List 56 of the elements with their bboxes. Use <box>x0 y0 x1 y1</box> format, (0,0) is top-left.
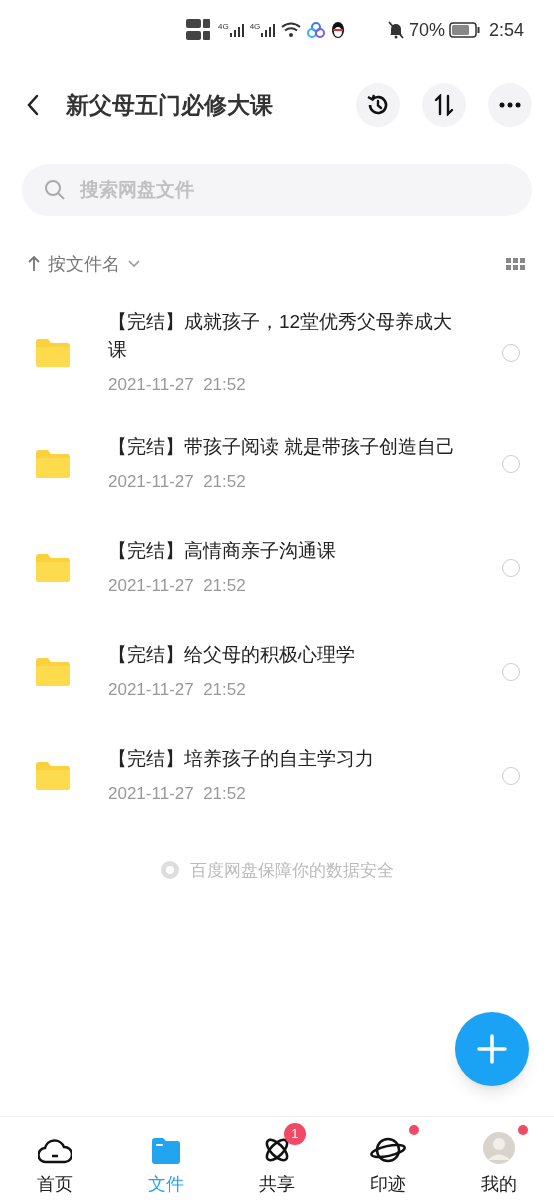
up-arrow-icon <box>28 256 40 272</box>
add-button[interactable] <box>455 1012 529 1086</box>
folder-name: 【完结】给父母的积极心理学 <box>108 642 356 667</box>
back-icon[interactable] <box>26 94 40 116</box>
avatar-icon <box>481 1131 516 1165</box>
folder-row[interactable]: 【完结】成就孩子，12堂优秀父母养成大课 2021-11-27 21:52 <box>0 294 554 412</box>
folder-name: 【完结】带孩子阅读 就是带孩子创造自己 <box>108 434 457 459</box>
modified-date: 2021-11-27 21:52 <box>108 374 247 396</box>
mute-bell-icon <box>386 21 405 39</box>
folder-row[interactable]: 【完结】给父母的积极心理学 2021-11-27 21:52 <box>0 619 554 724</box>
sort-button[interactable] <box>422 83 466 127</box>
dual-sim-icon <box>186 18 212 42</box>
page-title: 新父母五门必修大课 <box>66 90 273 120</box>
signal-icon <box>229 23 244 37</box>
folder-icon <box>36 761 70 790</box>
modified-date: 2021-11-27 21:52 <box>108 678 247 701</box>
clock: 2:54 <box>488 18 524 42</box>
sort-by-name-button[interactable]: 按文件名 <box>28 250 140 278</box>
folder-icon <box>36 338 70 367</box>
wifi-icon <box>281 22 302 38</box>
folder-icon <box>36 657 70 686</box>
shield-icon <box>160 860 180 881</box>
folder-name: 【完结】成就孩子，12堂优秀父母养成大课 <box>108 310 454 362</box>
chevron-down-icon <box>128 260 140 268</box>
modified-date: 2021-11-27 21:52 <box>108 574 247 597</box>
folder-icon <box>36 553 70 582</box>
nav-tab[interactable]: 首页 <box>0 1117 111 1200</box>
modified-date: 2021-11-27 21:52 <box>108 782 247 805</box>
folder-row[interactable]: 【完结】高情商亲子沟通课 2021-11-27 21:52 <box>0 515 554 620</box>
grid-view-icon[interactable] <box>506 257 526 271</box>
history-button[interactable] <box>356 83 400 127</box>
nav-tab[interactable]: 1 共享 <box>221 1117 333 1200</box>
folder-icon <box>151 1137 182 1165</box>
penguin-icon <box>331 21 346 39</box>
folder-row[interactable]: 【完结】带孩子阅读 就是带孩子创造自己 2021-11-27 21:52 <box>0 411 554 516</box>
cloud-icon <box>38 1137 73 1165</box>
folder-icon <box>36 449 70 478</box>
folder-name: 【完结】培养孩子的自主学习力 <box>108 746 375 771</box>
more-icon <box>499 102 521 108</box>
battery-percent: 70% <box>408 18 445 42</box>
count-badge: 1 <box>284 1123 306 1145</box>
network-type: 4G <box>249 23 261 31</box>
security-note: 百度网盘保障你的数据安全 <box>190 859 394 882</box>
search-icon <box>44 179 66 201</box>
folder-name: 【完结】高情商亲子沟通课 <box>108 538 337 563</box>
battery-icon <box>448 22 481 38</box>
more-button[interactable] <box>488 83 532 127</box>
nav-tab[interactable]: 印迹 <box>332 1117 444 1200</box>
modified-date: 2021-11-27 21:52 <box>108 470 247 493</box>
nav-tab[interactable]: 我的 <box>443 1117 554 1200</box>
plus-icon <box>477 1034 507 1064</box>
network-type: 4G <box>218 23 229 31</box>
signal-icon <box>261 23 276 37</box>
folder-row[interactable]: 【完结】培养孩子的自主学习力 2021-11-27 21:52 <box>0 723 554 828</box>
planet-icon <box>368 1135 407 1165</box>
cloud-app-icon <box>307 22 326 38</box>
